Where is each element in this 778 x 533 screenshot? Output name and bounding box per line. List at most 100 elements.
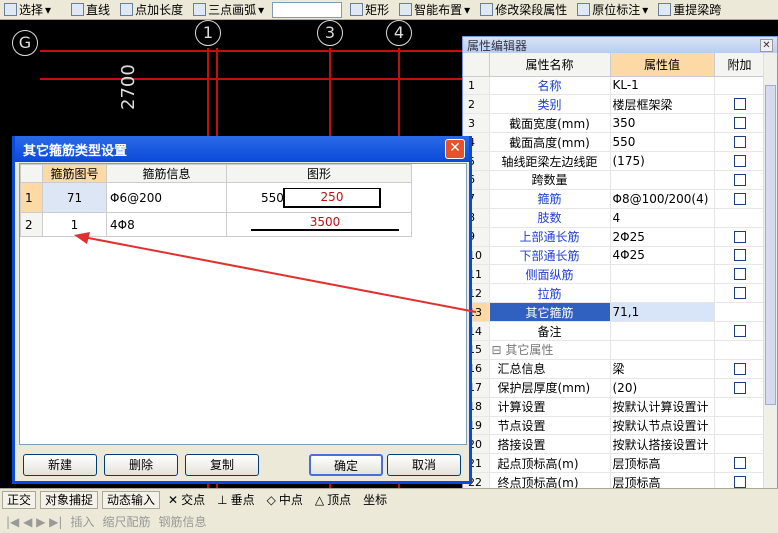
smart-layout-tool[interactable]: 智能布置 ▾	[397, 1, 472, 18]
attach-checkbox[interactable]	[733, 381, 746, 394]
property-value[interactable]: 梁	[610, 359, 715, 379]
property-value[interactable]: 4Φ25	[610, 246, 715, 266]
property-row[interactable]: 6跨数量	[463, 170, 766, 190]
property-value[interactable]: 71,1	[610, 302, 715, 323]
property-value[interactable]	[610, 340, 715, 360]
property-value[interactable]	[610, 321, 715, 341]
select-tool[interactable]: 选择 ▾	[2, 1, 53, 18]
coord-snap[interactable]: 坐标	[359, 491, 391, 509]
attach-checkbox[interactable]	[733, 230, 746, 243]
property-row[interactable]: 12 拉筋	[463, 283, 766, 304]
dynamic-input-toggle[interactable]: 动态输入	[102, 490, 161, 509]
property-value[interactable]: 层顶标高	[610, 453, 715, 474]
table-row[interactable]: 1 71 Φ6@200 550 250	[20, 182, 412, 213]
modify-span-tool[interactable]: 修改梁段属性	[478, 1, 569, 18]
property-row[interactable]: 20 搭接设置 按默认搭接设置计	[463, 434, 766, 455]
property-value[interactable]: 2Φ25	[610, 227, 715, 247]
property-row[interactable]: 4截面高度(mm)550	[463, 132, 766, 153]
vertex-snap[interactable]: △ 顶点	[311, 491, 355, 509]
ortho-toggle[interactable]: 正交	[2, 490, 37, 509]
point-length-tool[interactable]: 点加长度	[118, 1, 185, 18]
fig-no-cell[interactable]: 71	[42, 182, 107, 213]
property-row[interactable]: 2 类别 楼层框架梁	[463, 94, 766, 115]
snap-toggle[interactable]: 对象捕捉	[40, 490, 99, 509]
property-value[interactable]: 楼层框架梁	[610, 94, 715, 115]
property-value[interactable]	[610, 170, 715, 190]
property-value[interactable]: KL-1	[610, 76, 715, 96]
shorten-button[interactable]: 缩尺配筋	[102, 513, 150, 530]
property-value[interactable]: 按默认搭接设置计	[610, 434, 715, 455]
property-value[interactable]: 按默认节点设置计	[610, 416, 715, 436]
property-row[interactable]: 21 起点顶标高(m) 层顶标高	[463, 453, 766, 474]
nav-arrows[interactable]: |◀ ◀ ▶ ▶|	[6, 515, 62, 529]
intersection-snap[interactable]: ✕ 交点	[164, 491, 209, 509]
property-row[interactable]: 15 ⊟ 其它属性	[463, 340, 766, 360]
attach-checkbox[interactable]	[733, 325, 746, 338]
scrollbar-thumb[interactable]	[765, 85, 776, 405]
property-value[interactable]: (175)	[610, 151, 715, 171]
property-value[interactable]: 350	[610, 113, 715, 134]
property-value[interactable]: 550	[610, 132, 715, 153]
attach-checkbox[interactable]	[733, 268, 746, 281]
rect-tool[interactable]: 矩形	[348, 1, 391, 18]
insert-button[interactable]: 插入	[70, 513, 94, 530]
property-row[interactable]: 5轴线距梁左边线距(175)	[463, 151, 766, 171]
attach-checkbox[interactable]	[733, 98, 746, 111]
midpoint-snap[interactable]: ◇ 中点	[263, 491, 307, 509]
copy-button[interactable]: 复制	[185, 454, 259, 476]
in-place-mark-tool[interactable]: 原位标注 ▾	[575, 1, 650, 18]
property-row[interactable]: 10 下部通长筋 4Φ25	[463, 246, 766, 266]
attach-checkbox[interactable]	[733, 249, 746, 262]
beam-line	[40, 78, 480, 80]
rebar-info-button[interactable]: 钢筋信息	[158, 513, 206, 530]
property-row[interactable]: 19 节点设置 按默认节点设置计	[463, 416, 766, 436]
property-row[interactable]: 11 侧面纵筋	[463, 264, 766, 285]
property-value[interactable]	[610, 264, 715, 285]
property-row[interactable]: 14 备注	[463, 321, 766, 341]
cancel-button[interactable]: 取消	[387, 454, 461, 476]
attach-checkbox[interactable]	[733, 457, 746, 470]
fig-no-cell[interactable]: 1	[42, 212, 107, 237]
attach-cell	[714, 227, 766, 247]
attach-checkbox[interactable]	[733, 287, 746, 300]
attach-checkbox[interactable]	[733, 117, 746, 130]
property-row[interactable]: 7箍筋Φ8@100/200(4)	[463, 189, 766, 209]
perpendicular-snap[interactable]: ⊥ 垂点	[213, 491, 258, 509]
attach-checkbox[interactable]	[733, 192, 746, 205]
info-cell[interactable]: 4Φ8	[106, 212, 227, 237]
attach-checkbox[interactable]	[733, 136, 746, 149]
attach-checkbox[interactable]	[733, 476, 746, 489]
property-row[interactable]: 13 其它箍筋 71,1	[463, 302, 766, 323]
axis-label-3: 3	[317, 20, 343, 46]
property-row[interactable]: 17 保护层厚度(mm) (20)	[463, 378, 766, 398]
ok-button[interactable]: 确定	[309, 454, 383, 476]
property-row[interactable]: 1 名称 KL-1	[463, 76, 766, 96]
vertical-scrollbar[interactable]	[763, 53, 777, 533]
property-value[interactable]: (20)	[610, 378, 715, 398]
property-row[interactable]: 18 计算设置 按默认计算设置计	[463, 397, 766, 417]
rebar-span-tool[interactable]: 重提梁跨	[656, 1, 723, 18]
attach-checkbox[interactable]	[733, 155, 746, 167]
attach-checkbox[interactable]	[733, 173, 746, 186]
toolbar-combo[interactable]	[272, 1, 343, 18]
shape-cell[interactable]: 3500	[226, 212, 412, 237]
property-value[interactable]: 4	[610, 208, 715, 228]
table-row[interactable]: 2 1 4Φ8 3500	[20, 212, 412, 237]
three-point-arc-tool[interactable]: 三点画弧 ▾	[191, 1, 266, 18]
property-row[interactable]: 9上部通长筋2Φ25	[463, 227, 766, 247]
attach-checkbox[interactable]	[733, 362, 746, 375]
property-value[interactable]	[610, 283, 715, 304]
shape-cell[interactable]: 550 250	[226, 182, 412, 213]
close-icon[interactable]: ✕	[760, 38, 773, 52]
line-tool[interactable]: 直线	[69, 1, 112, 18]
property-row[interactable]: 3 截面宽度(mm) 350	[463, 113, 766, 134]
delete-button[interactable]: 删除	[104, 454, 178, 476]
col-header-fig-no: 箍筋图号	[42, 164, 107, 183]
property-row[interactable]: 16 汇总信息梁	[463, 359, 766, 379]
property-row[interactable]: 8肢数4	[463, 208, 766, 228]
close-icon[interactable]: ✕	[445, 139, 465, 159]
property-value[interactable]: Φ8@100/200(4)	[610, 189, 715, 209]
new-button[interactable]: 新建	[23, 454, 97, 476]
info-cell[interactable]: Φ6@200	[106, 182, 227, 213]
property-value[interactable]: 按默认计算设置计	[610, 397, 715, 417]
